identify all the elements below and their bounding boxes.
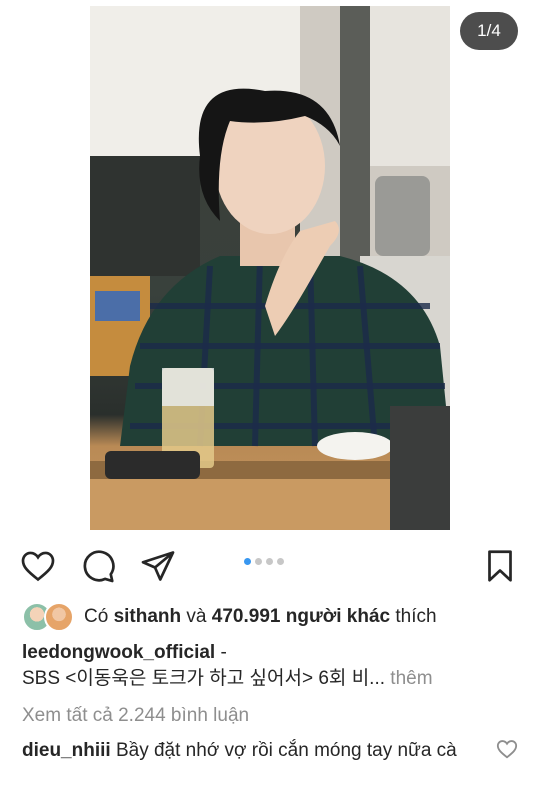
paper-plane-icon[interactable] [138, 546, 178, 586]
photo-illustration [90, 6, 450, 530]
avatar [44, 602, 74, 632]
comment-username[interactable]: dieu_nhiii [22, 740, 111, 761]
page-counter: 1/4 [460, 12, 518, 50]
carousel-dot-4 [277, 558, 284, 565]
likes-row[interactable]: Có sithanh và 470.991 người khác thích [22, 600, 437, 634]
comment-icon[interactable] [78, 546, 118, 586]
caption-username[interactable]: leedongwook_official [22, 642, 215, 663]
bookmark-icon[interactable] [480, 546, 520, 586]
liker-username[interactable]: sithanh [114, 606, 182, 627]
likes-text: Có sithanh và 470.991 người khác thích [84, 606, 437, 627]
heart-small-icon[interactable] [496, 738, 518, 760]
carousel-dot-3 [266, 558, 273, 565]
caption-text: SBS <이동욱은 토크가 하고 싶어서> 6회 비... [22, 668, 386, 689]
likes-count[interactable]: 470.991 người khác [212, 606, 390, 627]
carousel-indicator [244, 558, 284, 565]
action-bar [0, 540, 540, 590]
liker-avatars [22, 602, 76, 632]
caption: leedongwook_official - SBS <이동욱은 토크가 하고 … [22, 640, 522, 692]
carousel-dot-1 [244, 558, 251, 565]
heart-icon[interactable] [18, 546, 58, 586]
view-all-comments-link[interactable]: Xem tất cả 2.244 bình luận [22, 705, 249, 727]
caption-more-link[interactable]: thêm [390, 668, 432, 689]
caption-dash: - [220, 642, 227, 663]
post-photo[interactable] [90, 6, 450, 530]
comment-text: Bầy đặt nhớ vợ rồi cắn móng tay nữa cà [115, 740, 457, 761]
comment-item: dieu_nhiii Bầy đặt nhớ vợ rồi cắn móng t… [22, 737, 482, 764]
post-image-area[interactable]: 1/4 [0, 0, 540, 535]
carousel-dot-2 [255, 558, 262, 565]
